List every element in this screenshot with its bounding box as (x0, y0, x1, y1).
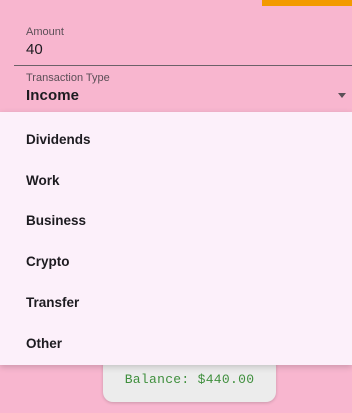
balance-text: Balance: $440.00 (124, 372, 255, 387)
menu-item-other[interactable]: Other (26, 336, 62, 352)
amount-label: Amount (26, 26, 64, 38)
amount-underline (14, 65, 352, 66)
transaction-type-value[interactable]: Income (26, 87, 352, 105)
transaction-type-dropdown[interactable]: Transaction Type Income (26, 72, 352, 105)
amount-value[interactable]: 40 (26, 41, 352, 59)
top-accent-bar (262, 0, 352, 6)
menu-item-work[interactable]: Work (26, 173, 60, 189)
menu-item-dividends[interactable]: Dividends (26, 132, 91, 148)
menu-item-transfer[interactable]: Transfer (26, 295, 79, 311)
chevron-down-icon[interactable] (338, 93, 346, 98)
menu-item-business[interactable]: Business (26, 213, 86, 229)
amount-field[interactable]: Amount 40 (26, 26, 352, 59)
menu-item-crypto[interactable]: Crypto (26, 254, 70, 270)
transaction-type-menu: Dividends Work Business Crypto Transfer … (0, 112, 352, 365)
transaction-type-label: Transaction Type (26, 72, 110, 84)
